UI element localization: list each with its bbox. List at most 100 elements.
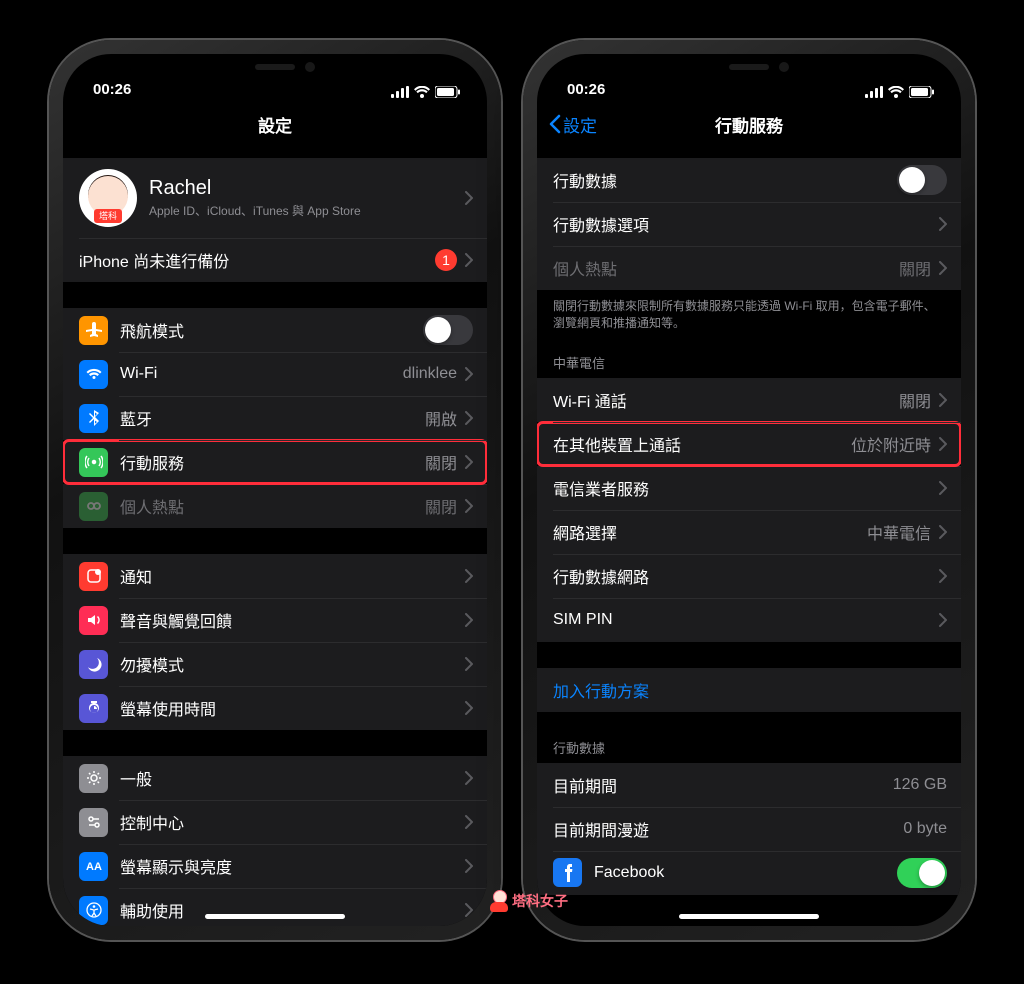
chevron-right-icon xyxy=(939,393,947,407)
cellular-cell[interactable]: 行動服務 關閉 xyxy=(63,440,487,484)
page-title: 行動服務 xyxy=(715,112,783,137)
dnd-cell[interactable]: 勿擾模式 xyxy=(63,642,487,686)
notifications-cell[interactable]: 通知 xyxy=(63,554,487,598)
screentime-label: 螢幕使用時間 xyxy=(120,696,457,720)
facebook-data-toggle[interactable] xyxy=(897,858,947,888)
bluetooth-label: 藍牙 xyxy=(120,406,425,430)
chevron-right-icon xyxy=(939,613,947,627)
notch xyxy=(649,54,849,84)
cellular-value: 關閉 xyxy=(425,450,457,474)
warning-badge: 1 xyxy=(435,249,457,271)
hotspot-cell[interactable]: 個人熱點 關閉 xyxy=(63,484,487,528)
cellular-options-cell[interactable]: 行動數據選項 xyxy=(537,202,961,246)
facebook-icon xyxy=(553,858,582,887)
accessibility-icon xyxy=(79,896,108,925)
chevron-right-icon xyxy=(465,815,473,829)
screentime-cell[interactable]: 螢幕使用時間 xyxy=(63,686,487,730)
cellular-content[interactable]: 行動數據 行動數據選項 個人熱點 關閉 關閉行動數據來限制所有數據服務只能透過 … xyxy=(537,146,961,926)
carrier-services-cell[interactable]: 電信業者服務 xyxy=(537,466,961,510)
airplane-mode-toggle[interactable] xyxy=(423,315,473,345)
phone-right: 00:26 設定 xyxy=(523,40,975,940)
wifi-settings-icon xyxy=(79,360,108,389)
navbar: 設定 xyxy=(63,102,487,146)
chevron-right-icon xyxy=(939,437,947,451)
backup-warning-cell[interactable]: iPhone 尚未進行備份 1 xyxy=(63,238,487,282)
calls-on-other-devices-cell[interactable]: 在其他裝置上通話 位於附近時 xyxy=(537,422,961,466)
cellular-data-label: 行動數據 xyxy=(553,168,897,192)
status-time: 00:26 xyxy=(567,81,627,98)
watermark: 塔科女子 xyxy=(490,890,568,912)
general-label: 一般 xyxy=(120,766,457,790)
hotspot-value: 關閉 xyxy=(899,256,931,280)
usage-header: 行動數據 xyxy=(537,738,961,763)
cellular-label: 行動服務 xyxy=(120,450,425,474)
control-center-cell[interactable]: 控制中心 xyxy=(63,800,487,844)
calls-on-other-devices-label: 在其他裝置上通話 xyxy=(553,432,851,456)
sound-icon xyxy=(79,606,108,635)
dnd-label: 勿擾模式 xyxy=(120,652,457,676)
back-label: 設定 xyxy=(563,112,597,137)
add-cellular-plan-cell[interactable]: 加入行動方案 xyxy=(537,668,961,712)
roaming-period-cell[interactable]: 目前期間漫遊 0 byte xyxy=(537,807,961,851)
network-selection-cell[interactable]: 網路選擇 中華電信 xyxy=(537,510,961,554)
notifications-label: 通知 xyxy=(120,564,457,588)
current-period-cell[interactable]: 目前期間 126 GB xyxy=(537,763,961,807)
app-usage-facebook-cell[interactable]: Facebook xyxy=(537,851,961,895)
airplane-mode-label: 飛航模式 xyxy=(120,318,423,342)
chevron-right-icon xyxy=(465,701,473,715)
control-center-label: 控制中心 xyxy=(120,810,457,834)
control-center-icon xyxy=(79,808,108,837)
chevron-right-icon xyxy=(465,903,473,917)
battery-icon xyxy=(435,86,461,98)
avatar: 塔科 xyxy=(79,169,137,227)
dnd-icon xyxy=(79,650,108,679)
sound-cell[interactable]: 聲音與觸覺回饋 xyxy=(63,598,487,642)
wifi-label: Wi-Fi xyxy=(120,365,403,383)
cellular-data-cell[interactable]: 行動數據 xyxy=(537,158,961,202)
screen-left: 00:26 設定 xyxy=(63,54,487,926)
chevron-right-icon xyxy=(939,481,947,495)
add-cellular-plan-label: 加入行動方案 xyxy=(553,678,947,702)
battery-icon xyxy=(909,86,935,98)
cellular-data-footer: 關閉行動數據來限制所有數據服務只能透過 Wi-Fi 取用，包含電子郵件、瀏覽網頁… xyxy=(537,290,961,333)
network-selection-label: 網路選擇 xyxy=(553,520,867,544)
airplane-mode-cell[interactable]: 飛航模式 xyxy=(63,308,487,352)
hotspot-icon xyxy=(79,492,108,521)
bluetooth-cell[interactable]: 藍牙 開啟 xyxy=(63,396,487,440)
hotspot-cell[interactable]: 個人熱點 關閉 xyxy=(537,246,961,290)
wifi-icon xyxy=(414,86,430,98)
home-indicator[interactable] xyxy=(205,914,345,919)
chevron-right-icon xyxy=(465,657,473,671)
chevron-right-icon xyxy=(465,455,473,469)
watermark-text: 塔科女子 xyxy=(512,891,568,911)
home-indicator[interactable] xyxy=(679,914,819,919)
chevron-right-icon xyxy=(939,261,947,275)
wifi-cell[interactable]: Wi-Fi dlinklee xyxy=(63,352,487,396)
cellular-data-toggle[interactable] xyxy=(897,165,947,195)
wifi-calling-value: 關閉 xyxy=(899,388,931,412)
chevron-right-icon xyxy=(465,367,473,381)
carrier-header: 中華電信 xyxy=(537,353,961,378)
display-cell[interactable]: AA 螢幕顯示與亮度 xyxy=(63,844,487,888)
accessibility-cell[interactable]: 輔助使用 xyxy=(63,888,487,926)
current-period-value: 126 GB xyxy=(893,776,947,794)
cellular-network-cell[interactable]: 行動數據網路 xyxy=(537,554,961,598)
svg-text:AA: AA xyxy=(86,861,102,873)
airplane-icon xyxy=(79,316,108,345)
hotspot-label: 個人熱點 xyxy=(120,494,425,518)
chevron-right-icon xyxy=(465,191,473,205)
sound-label: 聲音與觸覺回饋 xyxy=(120,608,457,632)
general-cell[interactable]: 一般 xyxy=(63,756,487,800)
screen-right: 00:26 設定 xyxy=(537,54,961,926)
calls-on-other-devices-value: 位於附近時 xyxy=(851,432,931,456)
cellular-network-label: 行動數據網路 xyxy=(553,564,931,588)
chevron-right-icon xyxy=(939,525,947,539)
settings-content[interactable]: 塔科 Rachel Apple ID、iCloud、iTunes 與 App S… xyxy=(63,146,487,926)
roaming-period-label: 目前期間漫遊 xyxy=(553,817,903,841)
profile-cell[interactable]: 塔科 Rachel Apple ID、iCloud、iTunes 與 App S… xyxy=(63,158,487,238)
back-button[interactable]: 設定 xyxy=(549,102,597,146)
wifi-calling-cell[interactable]: Wi-Fi 通話 關閉 xyxy=(537,378,961,422)
sim-pin-cell[interactable]: SIM PIN xyxy=(537,598,961,642)
cellular-icon xyxy=(79,448,108,477)
chevron-right-icon xyxy=(465,411,473,425)
